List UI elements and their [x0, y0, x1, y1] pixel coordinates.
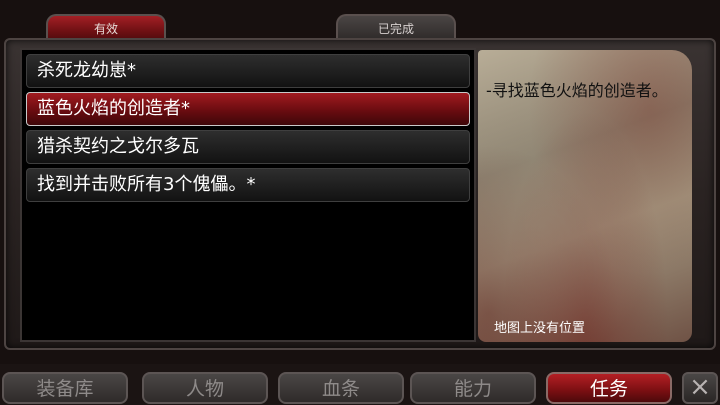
quest-item-kill-dragon-whelps[interactable]: 杀死龙幼崽* — [26, 54, 470, 88]
quest-location-text: 地图上没有位置 — [494, 321, 586, 336]
quest-item-defeat-golems[interactable]: 找到并击败所有3个傀儡。* — [26, 168, 470, 202]
nav-quests-button[interactable]: 任务 — [546, 372, 672, 404]
nav-ability-button[interactable]: 能力 — [410, 372, 536, 404]
quest-list: 杀死龙幼崽* 蓝色火焰的创造者* 猎杀契约之戈尔多瓦 找到并击败所有3个傀儡。* — [20, 48, 476, 342]
nav-bloodline-button[interactable]: 血条 — [278, 372, 404, 404]
quest-detail-parchment: -寻找蓝色火焰的创造者。 地图上没有位置 — [478, 50, 692, 342]
quest-item-hunt-contract-gordova[interactable]: 猎杀契约之戈尔多瓦 — [26, 130, 470, 164]
nav-inventory-button[interactable]: 装备库 — [2, 372, 128, 404]
nav-character-button[interactable]: 人物 — [142, 372, 268, 404]
close-icon[interactable]: × — [682, 372, 718, 404]
quest-description: -寻找蓝色火焰的创造者。 — [486, 81, 668, 100]
quest-item-blue-flame-creator[interactable]: 蓝色火焰的创造者* — [26, 92, 470, 126]
